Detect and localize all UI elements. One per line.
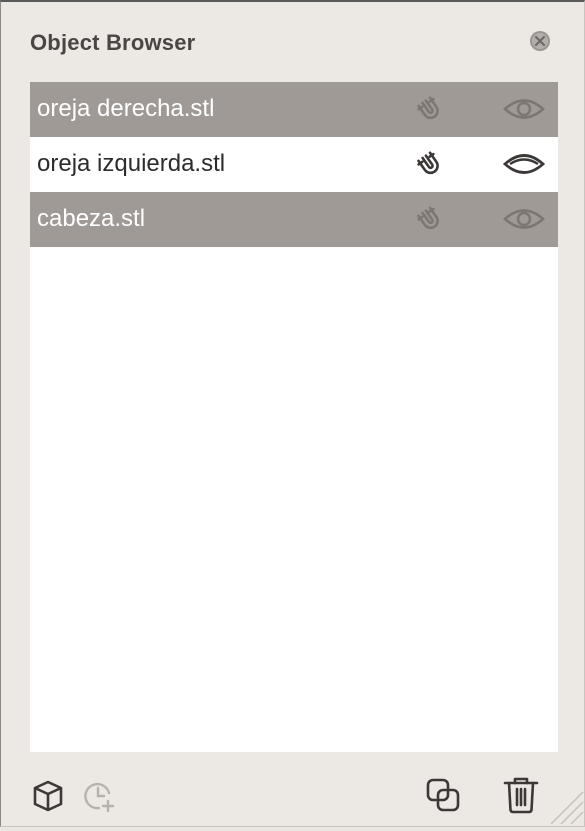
clock-plus-icon[interactable] bbox=[81, 778, 117, 814]
object-list: oreja derecha.stl oreja izquierda.stl ca… bbox=[30, 82, 558, 752]
panel-title: Object Browser bbox=[30, 30, 196, 55]
eye-icon[interactable] bbox=[502, 94, 546, 124]
close-button[interactable] bbox=[528, 29, 552, 53]
list-item[interactable]: oreja izquierda.stl bbox=[30, 137, 558, 192]
list-item[interactable]: cabeza.stl bbox=[30, 192, 558, 247]
resize-grip[interactable] bbox=[549, 788, 585, 826]
object-name: oreja izquierda.stl bbox=[37, 150, 226, 177]
magnet-icon[interactable] bbox=[412, 92, 448, 128]
trash-icon[interactable] bbox=[502, 775, 539, 814]
magnet-icon[interactable] bbox=[412, 202, 448, 238]
duplicate-icon[interactable] bbox=[424, 776, 460, 812]
eye-icon[interactable] bbox=[502, 149, 546, 179]
object-name: oreja derecha.stl bbox=[37, 95, 215, 122]
cube-icon[interactable] bbox=[30, 778, 66, 814]
object-browser-panel: Object Browser oreja derecha.stl oreja i… bbox=[0, 0, 585, 827]
object-name: cabeza.stl bbox=[37, 205, 146, 232]
eye-icon[interactable] bbox=[502, 204, 546, 234]
list-item[interactable]: oreja derecha.stl bbox=[30, 82, 558, 137]
close-icon bbox=[530, 31, 550, 51]
magnet-icon[interactable] bbox=[412, 147, 448, 183]
